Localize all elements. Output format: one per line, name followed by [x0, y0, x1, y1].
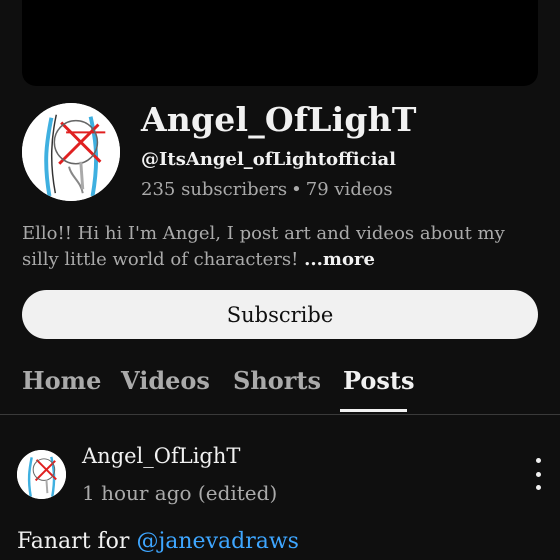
subscriber-count: 235 subscribers [141, 179, 288, 200]
tab-posts[interactable]: Posts [343, 366, 415, 395]
channel-tabs: Home Videos Shorts Posts [0, 357, 560, 415]
more-link[interactable]: ...more [304, 249, 375, 270]
tab-home[interactable]: Home [22, 366, 101, 395]
mention-link[interactable]: @janevadraws [136, 529, 299, 554]
tab-videos[interactable]: Videos [121, 366, 210, 395]
avatar-sketch-icon [17, 450, 66, 499]
stats-separator: • [291, 179, 302, 200]
active-tab-indicator [340, 409, 407, 412]
channel-description[interactable]: Ello!! Hi hi I'm Angel, I post art and v… [22, 221, 542, 273]
video-count: 79 videos [305, 179, 393, 200]
post-text: Fanart for @janevadraws [17, 529, 299, 554]
tab-shorts[interactable]: Shorts [233, 366, 321, 395]
description-text: Ello!! Hi hi I'm Angel, I post art and v… [22, 223, 505, 270]
avatar-sketch-icon [22, 103, 120, 201]
post-author-name[interactable]: Angel_OfLighT [82, 444, 240, 468]
more-vertical-icon[interactable] [528, 458, 548, 490]
menu-dot [535, 458, 541, 463]
channel-avatar[interactable] [22, 103, 120, 201]
subscribe-button[interactable]: Subscribe [22, 290, 538, 339]
channel-banner [22, 0, 538, 86]
menu-dot [535, 471, 541, 477]
menu-dot [535, 485, 541, 490]
channel-name: Angel_OfLighT [141, 100, 417, 139]
channel-handle: @ItsAngel_ofLightofficial [141, 149, 396, 170]
channel-stats: 235 subscribers • 79 videos [141, 179, 393, 200]
post-text-prefix: Fanart for [17, 529, 130, 554]
post-author-avatar[interactable] [17, 450, 66, 499]
post-timestamp: 1 hour ago (edited) [82, 481, 278, 505]
